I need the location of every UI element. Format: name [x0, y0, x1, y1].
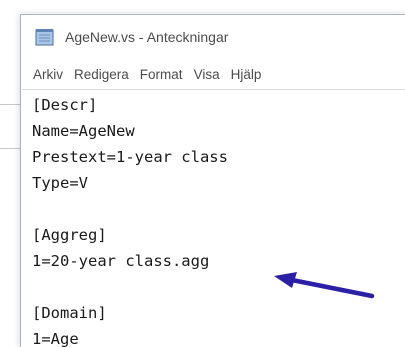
editor-line: [Descr] [32, 96, 98, 114]
editor-line: [Domain] [32, 304, 107, 322]
editor-line: 1=Age [32, 330, 79, 347]
editor-line: Type=V [32, 174, 88, 192]
arrow-left-icon [274, 272, 375, 299]
background-desktop [0, 0, 20, 347]
background-divider [0, 148, 20, 149]
editor-line: Prestext=1-year class [32, 148, 228, 166]
menu-arkiv[interactable]: Arkiv [33, 67, 63, 82]
editor-line: Name=AgeNew [32, 122, 135, 140]
menu-hjalp[interactable]: Hjälp [231, 67, 262, 82]
menu-visa[interactable]: Visa [194, 67, 220, 82]
editor-line: [Aggreg] [32, 226, 107, 244]
menu-bar: Arkiv Redigera Format Visa Hjälp [21, 63, 405, 85]
background-divider [0, 104, 20, 105]
title-bar[interactable]: AgeNew.vs - Anteckningar [21, 15, 405, 59]
notepad-icon [35, 29, 54, 46]
screenshot-stage: AgeNew.vs - Anteckningar Arkiv Redigera … [0, 0, 405, 347]
window-title: AgeNew.vs - Anteckningar [65, 29, 229, 45]
menu-format[interactable]: Format [140, 67, 183, 82]
text-editor[interactable]: [Descr] Name=AgeNew Prestext=1-year clas… [22, 89, 405, 347]
menu-redigera[interactable]: Redigera [74, 67, 129, 82]
editor-line: 1=20-year class.agg [32, 252, 210, 270]
